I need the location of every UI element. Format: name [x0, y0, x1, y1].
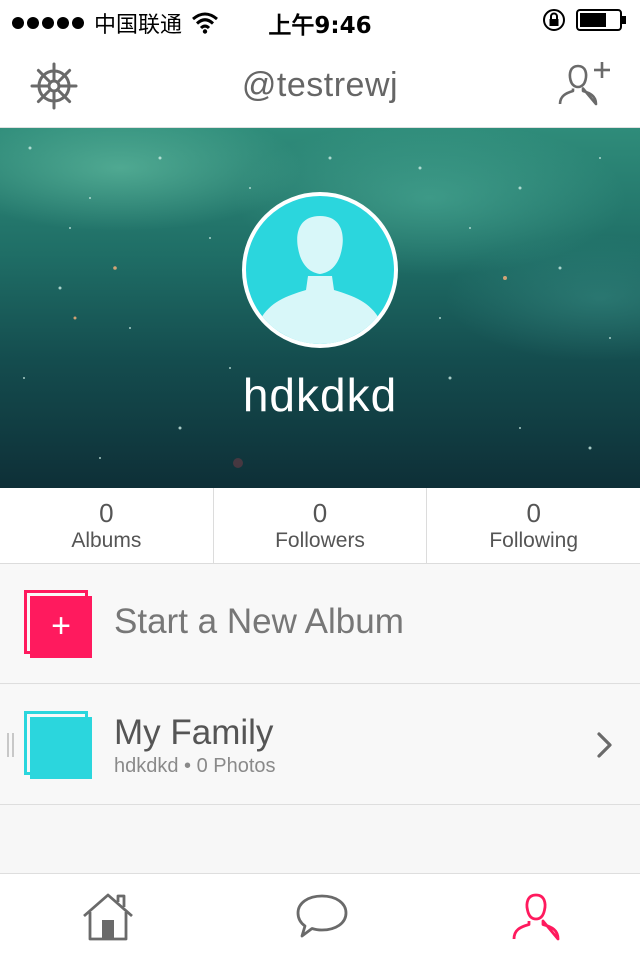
thumb-front — [30, 717, 92, 779]
stat-following[interactable]: 0 Following — [427, 488, 640, 563]
new-album-label: Start a New Album — [114, 602, 404, 641]
stat-albums[interactable]: 0 Albums — [0, 488, 214, 563]
profile-header: hdkdkd — [0, 128, 640, 488]
stat-followers[interactable]: 0 Followers — [214, 488, 428, 563]
profile-name: hdkdkd — [242, 369, 398, 421]
battery-icon — [576, 9, 626, 31]
stat-label: Following — [489, 529, 579, 552]
page-title: @testrewj — [241, 66, 399, 104]
status-right — [542, 8, 628, 32]
chevron-right-icon — [597, 732, 612, 758]
stat-count: 0 — [99, 498, 114, 528]
list-item-album[interactable]: My Family hdkdkd • 0 Photos — [0, 685, 640, 805]
tab-bar — [0, 873, 640, 960]
avatar[interactable] — [242, 192, 398, 348]
start-new-album-button[interactable]: + Start a New Album — [0, 564, 640, 684]
stat-label: Followers — [275, 529, 365, 552]
stat-count: 0 — [526, 498, 541, 528]
plus-icon: + — [30, 596, 92, 658]
album-thumb — [24, 711, 92, 779]
stat-count: 0 — [312, 498, 328, 528]
rotation-lock-icon — [543, 9, 565, 31]
add-user-icon[interactable] — [558, 60, 614, 110]
profile-screen: 中国联通 上午9:46 @testrewj hdkdkd 0 Albums 0 … — [0, 0, 640, 960]
stat-label: Albums — [71, 529, 142, 552]
home-icon[interactable] — [80, 892, 136, 942]
list-empty-space — [0, 806, 640, 874]
drag-handle-icon[interactable] — [7, 733, 17, 757]
speech-bubble-icon[interactable] — [294, 892, 350, 942]
new-album-thumb: + — [24, 590, 92, 658]
stats-bar: 0 Albums 0 Followers 0 Following — [0, 488, 640, 564]
status-bar: 中国联通 上午9:46 — [0, 0, 640, 40]
default-avatar-silhouette — [246, 216, 394, 344]
user-icon[interactable] — [508, 892, 564, 942]
album-title: My Family — [114, 713, 274, 752]
album-subtitle: hdkdkd • 0 Photos — [114, 755, 276, 777]
nav-bar: @testrewj — [0, 40, 640, 128]
